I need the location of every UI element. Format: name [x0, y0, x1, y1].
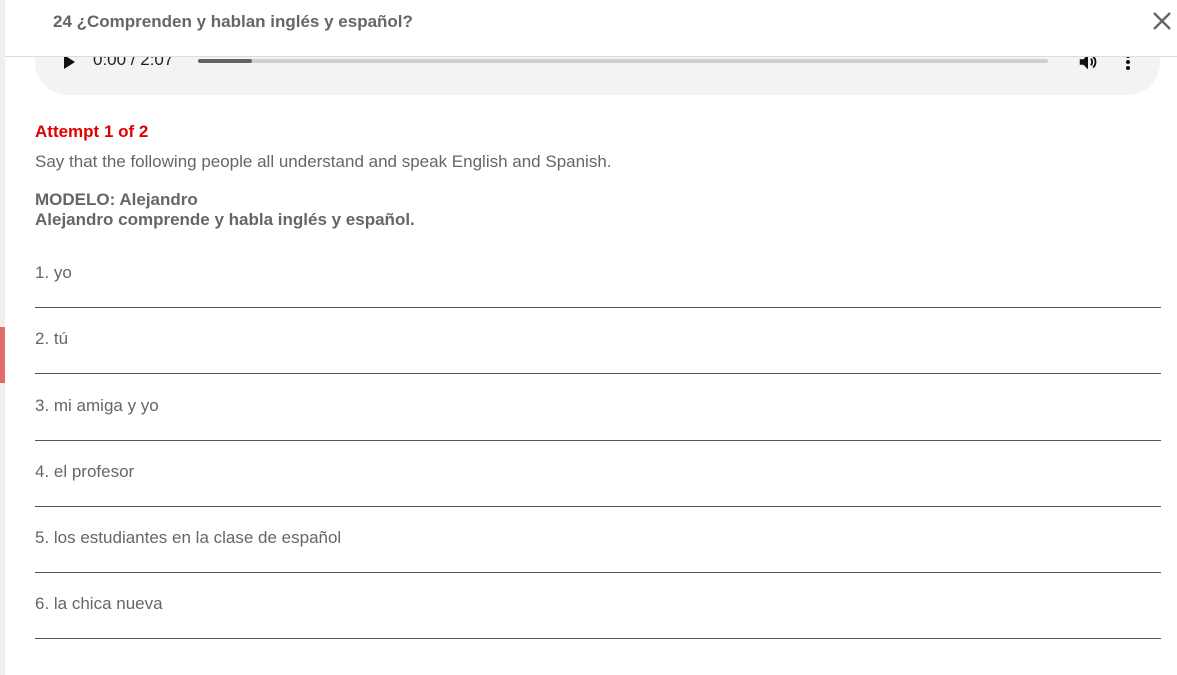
answer-input[interactable] [35, 420, 1161, 441]
question-item: 2. tú [35, 329, 1161, 385]
attempt-counter: Attempt 1 of 2 [35, 122, 149, 141]
answer-input[interactable] [35, 353, 1161, 374]
question-label: 5. los estudiantes en la clase de españo… [35, 528, 342, 547]
instructions: Say that the following people all unders… [35, 152, 612, 171]
question-item: 1. yo [35, 263, 1161, 319]
question-label: 2. tú [35, 329, 69, 348]
dialog-title: 24 ¿Comprenden y hablan inglés y español… [53, 12, 413, 31]
exercise-content: Attempt 1 of 2 Say that the following pe… [35, 120, 1161, 230]
answer-input[interactable] [35, 486, 1161, 507]
close-icon[interactable] [1149, 8, 1175, 34]
model-line-1: MODELO: Alejandro [35, 190, 198, 209]
question-item: 5. los estudiantes en la clase de españo… [35, 528, 1161, 584]
question-label: 4. el profesor [35, 462, 135, 481]
model-example: MODELO: Alejandro Alejandro comprende y … [35, 190, 1161, 230]
audio-progress-fill [198, 59, 252, 63]
answer-input[interactable] [35, 618, 1161, 639]
model-line-2: Alejandro comprende y habla inglés y esp… [35, 210, 415, 229]
current-question-marker [0, 327, 5, 383]
answer-input[interactable] [35, 552, 1161, 573]
question-label: 6. la chica nueva [35, 594, 163, 613]
question-label: 3. mi amiga y yo [35, 396, 159, 415]
question-item: 6. la chica nueva [35, 594, 1161, 650]
audio-progress-bar[interactable] [198, 59, 1048, 63]
question-item: 3. mi amiga y yo [35, 396, 1161, 452]
question-label: 1. yo [35, 263, 72, 282]
answer-input[interactable] [35, 287, 1161, 308]
dialog-header: 24 ¿Comprenden y hablan inglés y español… [5, 0, 1177, 57]
question-item: 4. el profesor [35, 462, 1161, 518]
